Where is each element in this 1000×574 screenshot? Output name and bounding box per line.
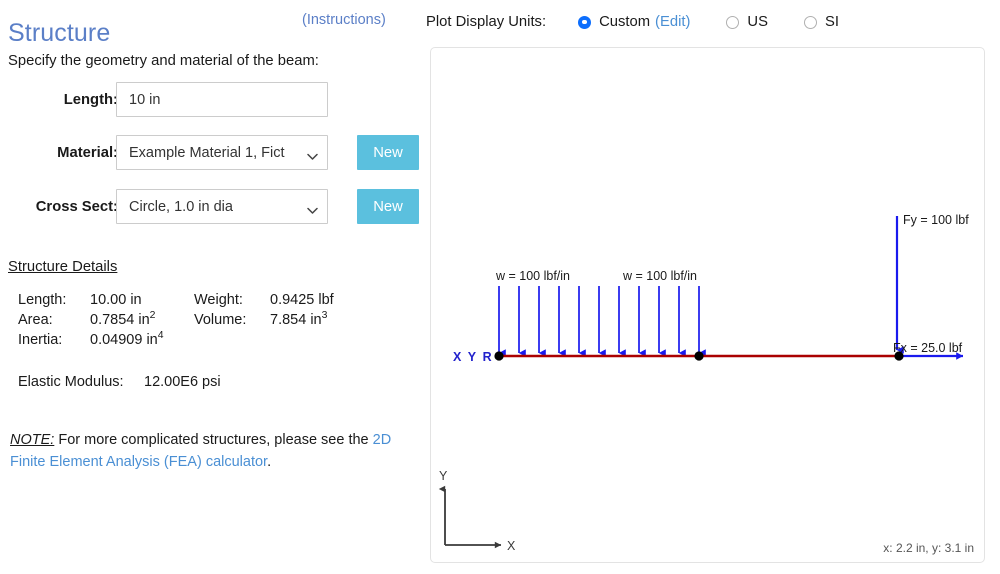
detail-value-exponent: 4 [157, 330, 164, 342]
axis-y-label: Y [439, 469, 448, 483]
detail-value: 0.9425 lbf [270, 292, 334, 312]
note-keyword: NOTE: [10, 432, 55, 448]
elastic-modulus-value: 12.00E6 psi [144, 374, 221, 390]
table-row: Area: 0.7854 in2 Volume: 7.854 in3 [18, 310, 334, 332]
material-label: Material: [57, 145, 118, 161]
plot-display-units-label: Plot Display Units: [426, 14, 547, 30]
axis-x-label: X [507, 539, 516, 553]
axis-indicator: Y X [438, 469, 516, 553]
custom-units-edit-link[interactable]: (Edit) [655, 14, 690, 30]
detail-value [270, 332, 334, 352]
units-radio-custom[interactable]: Custom (Edit) [578, 14, 690, 30]
cross-section-select[interactable]: Circle, 1.0 in dia [116, 189, 328, 224]
form-intro-text: Specify the geometry and material of the… [8, 53, 319, 69]
detail-value-text: 0.9425 lbf [270, 292, 334, 308]
detail-value-exponent: 2 [149, 310, 156, 322]
table-row: Inertia: 0.04909 in4 [18, 330, 334, 352]
note-period: . [267, 454, 272, 470]
note-block: NOTE: For more complicated structures, p… [10, 429, 410, 473]
detail-value: 10.00 in [90, 292, 194, 312]
structure-plot-panel[interactable]: w = 100 lbf/in w = 100 lbf/in Fy = 100 l… [430, 47, 985, 563]
length-input[interactable] [116, 82, 328, 117]
radio-unselected-icon[interactable] [726, 15, 740, 29]
elastic-modulus-row: Elastic Modulus: 12.00E6 psi [18, 374, 221, 390]
material-row: Material: Example Material 1, Fict New [0, 135, 420, 173]
length-row: Length: [0, 82, 420, 120]
support-constraint-label: X Y R [453, 350, 493, 364]
detail-value-text: 0.04909 in [90, 332, 158, 348]
detail-value-text: 7.854 in [270, 312, 322, 328]
note-text: For more complicated structures, please … [54, 432, 373, 448]
detail-value-text: 10.00 in [90, 292, 142, 308]
beam-node-end[interactable] [894, 351, 904, 361]
cross-section-select-wrapper: Circle, 1.0 in dia [116, 189, 328, 224]
material-select[interactable]: Example Material 1, Fict [116, 135, 328, 170]
instructions-link[interactable]: (Instructions) [302, 12, 386, 28]
detail-value-exponent: 3 [321, 310, 328, 322]
detail-key [194, 332, 270, 352]
cursor-coordinate-readout: x: 2.2 in, y: 3.1 in [883, 541, 974, 555]
detail-value-text: 0.7854 in [90, 312, 150, 328]
detail-key: Weight: [194, 292, 243, 308]
distributed-load-arrows [498, 286, 706, 357]
units-radio-custom-label: Custom [599, 14, 651, 30]
point-load-fx-label: Fx = 25.0 lbf [893, 341, 963, 355]
distributed-load-label-right: w = 100 lbf/in [622, 269, 697, 283]
table-row: Length: 10.00 in Weight: 0.9425 lbf [18, 292, 334, 312]
beam-node-start[interactable] [494, 351, 504, 361]
cross-section-label: Cross Sect: [35, 199, 118, 215]
structure-details-heading: Structure Details [8, 259, 118, 275]
new-material-button[interactable]: New [357, 135, 419, 170]
detail-key: Volume: [194, 312, 247, 328]
detail-value: 0.7854 in2 [90, 310, 194, 332]
detail-key: Length: [18, 292, 67, 308]
beam-node-middle[interactable] [694, 351, 704, 361]
units-radio-us[interactable]: US [726, 14, 768, 30]
structure-details-table: Length: 10.00 in Weight: 0.9425 lbf Area… [18, 292, 334, 352]
detail-key: Area: [18, 312, 53, 328]
structure-input-panel: Structure (Instructions) Specify the geo… [0, 0, 420, 574]
length-label: Length: [63, 92, 118, 108]
radio-selected-icon[interactable] [578, 15, 592, 29]
detail-value: 7.854 in3 [270, 310, 334, 332]
detail-key: Inertia: [18, 332, 63, 348]
material-select-wrapper: Example Material 1, Fict [116, 135, 328, 170]
detail-value: 0.04909 in4 [90, 330, 194, 352]
radio-unselected-icon[interactable] [803, 15, 817, 29]
new-cross-section-button[interactable]: New [357, 189, 419, 224]
plot-display-units-bar: Plot Display Units: Custom (Edit) US SI [426, 10, 875, 34]
page-title: Structure [8, 18, 111, 47]
units-radio-si[interactable]: SI [803, 14, 839, 30]
units-radio-us-label: US [747, 14, 768, 30]
elastic-modulus-label: Elastic Modulus: [18, 374, 124, 390]
point-load-fy-label: Fy = 100 lbf [903, 213, 969, 227]
distributed-load-label-left: w = 100 lbf/in [495, 269, 570, 283]
beam-diagram-svg[interactable]: w = 100 lbf/in w = 100 lbf/in Fy = 100 l… [431, 48, 984, 562]
units-radio-si-label: SI [824, 14, 839, 30]
cross-section-row: Cross Sect: Circle, 1.0 in dia New [0, 189, 420, 227]
